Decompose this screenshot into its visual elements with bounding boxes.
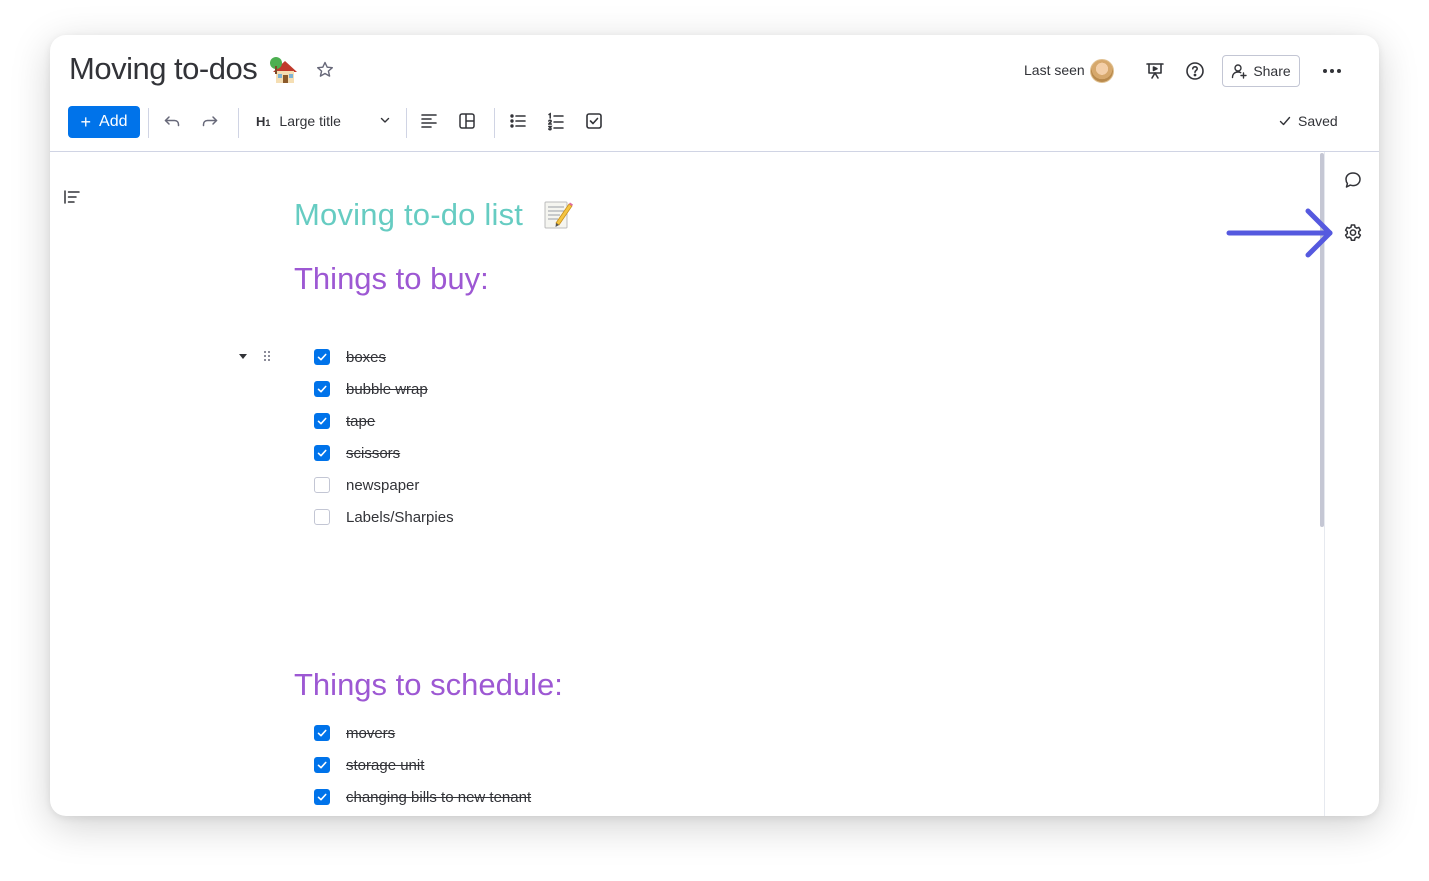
share-label: Share <box>1253 63 1291 79</box>
checklist-item[interactable]: tape <box>314 410 375 432</box>
checklist-item[interactable]: scissors <box>314 442 400 464</box>
doc-title[interactable]: Moving to-dos <box>69 51 258 87</box>
more-options-icon[interactable] <box>1320 59 1344 83</box>
collapse-triangle-icon <box>239 354 247 359</box>
last-seen-label: Last seen <box>1024 62 1085 78</box>
checklist-item-text[interactable]: storage unit <box>346 757 424 774</box>
saved-status: Saved <box>1278 113 1338 129</box>
document-window: Moving to-dos Last seen Share + Add H1 L… <box>50 35 1379 816</box>
star-icon[interactable] <box>315 60 335 80</box>
bulleted-list-icon[interactable] <box>507 110 529 132</box>
heading-level-icon: H1 <box>256 113 271 129</box>
checklist-item[interactable]: newspaper <box>314 474 419 496</box>
toolbar-divider <box>238 108 239 138</box>
numbered-list-icon[interactable] <box>545 110 567 132</box>
redo-icon[interactable] <box>199 110 221 132</box>
drag-handle-icon <box>264 351 270 361</box>
checklist-item[interactable]: storage unit <box>314 754 424 776</box>
checklist-item-text[interactable]: movers <box>346 725 395 742</box>
checkbox-checked[interactable] <box>314 445 330 461</box>
house-with-tree-icon <box>270 57 297 83</box>
title-bar: Moving to-dos Last seen Share <box>50 35 1379 105</box>
editor-toolbar: + Add H1 Large title Saved <box>50 105 1379 151</box>
checkbox-unchecked[interactable] <box>314 509 330 525</box>
checklist-item[interactable]: bubble wrap <box>314 378 428 400</box>
annotation-arrow-icon <box>1226 208 1333 258</box>
checkbox-checked[interactable] <box>314 789 330 805</box>
section-heading-schedule[interactable]: Things to schedule: <box>294 667 563 703</box>
avatar[interactable] <box>1090 59 1114 83</box>
checkbox-checked[interactable] <box>314 413 330 429</box>
settings-gear-icon[interactable] <box>1342 222 1364 244</box>
toolbar-divider-line <box>50 151 1379 152</box>
share-button[interactable]: Share <box>1222 55 1300 87</box>
plus-icon: + <box>80 112 92 132</box>
heading-style-value: Large title <box>279 113 341 129</box>
checklist-item[interactable]: movers <box>314 722 395 744</box>
toolbar-divider <box>406 108 407 138</box>
checkbox-checked[interactable] <box>314 757 330 773</box>
checklist-item[interactable]: boxes <box>314 346 386 368</box>
help-icon[interactable] <box>1184 60 1206 82</box>
comment-icon[interactable] <box>1342 169 1364 191</box>
checklist-item[interactable]: Labels/Sharpies <box>314 506 454 528</box>
checkbox-checked[interactable] <box>314 725 330 741</box>
heading-style-dropdown[interactable]: H1 Large title <box>256 109 392 133</box>
add-user-icon <box>1232 64 1248 79</box>
checklist-item-text[interactable]: Labels/Sharpies <box>346 509 454 526</box>
checkmark-icon <box>1279 116 1291 126</box>
checklist-item-text[interactable]: newspaper <box>346 477 419 494</box>
toolbar-divider <box>148 108 149 138</box>
saved-label: Saved <box>1298 113 1338 129</box>
present-icon[interactable] <box>1144 60 1166 82</box>
main-heading[interactable]: Moving to-do list <box>294 197 523 233</box>
checkbox-checked[interactable] <box>314 381 330 397</box>
checklist-icon[interactable] <box>583 110 605 132</box>
checklist-item[interactable]: changing bills to new tenant <box>314 786 531 808</box>
checkbox-checked[interactable] <box>314 349 330 365</box>
section-heading-buy[interactable]: Things to buy: <box>294 261 489 297</box>
add-label: Add <box>99 113 128 130</box>
checklist-item-text[interactable]: changing bills to new tenant <box>346 789 531 806</box>
add-button[interactable]: + Add <box>68 106 140 138</box>
checklist-item-text[interactable]: bubble wrap <box>346 381 428 398</box>
chevron-down-icon <box>380 117 390 123</box>
block-controls[interactable] <box>238 349 278 365</box>
checkbox-unchecked[interactable] <box>314 477 330 493</box>
memo-icon <box>544 201 573 229</box>
checklist-item-text[interactable]: tape <box>346 413 375 430</box>
undo-icon[interactable] <box>161 110 183 132</box>
toolbar-divider <box>494 108 495 138</box>
align-left-icon[interactable] <box>418 110 440 132</box>
checklist-item-text[interactable]: scissors <box>346 445 400 462</box>
table-of-contents-icon[interactable] <box>62 187 82 207</box>
layout-icon[interactable] <box>456 110 478 132</box>
checklist-item-text[interactable]: boxes <box>346 349 386 366</box>
